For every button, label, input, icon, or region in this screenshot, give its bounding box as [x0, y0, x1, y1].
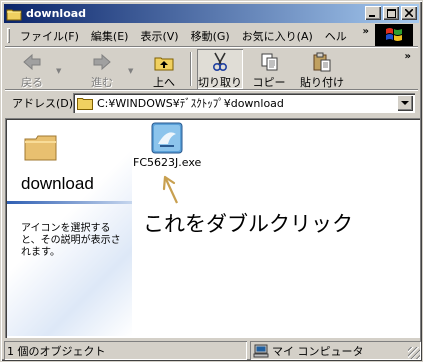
selection-hint: アイコンを選択すると、その説明が表示されます。: [21, 223, 121, 258]
cut-button[interactable]: 切り取り: [197, 49, 243, 89]
close-icon: [405, 9, 413, 17]
cut-label: 切り取り: [198, 76, 242, 89]
window-title: download: [26, 7, 87, 20]
zone-text: マイ コンピュータ: [272, 344, 364, 358]
maximize-icon: [386, 8, 396, 18]
copy-label: コピー: [252, 76, 286, 89]
toolbar-more-chevron[interactable]: »: [405, 51, 411, 62]
forward-dropdown-arrow[interactable]: ▼: [128, 67, 133, 75]
toolbar-separator: [190, 52, 192, 86]
explorer-window: download ファイル(F) 編集(E) 表示(V) 移動(G) お気に入り…: [0, 0, 423, 362]
copy-button[interactable]: コピー: [249, 49, 289, 89]
back-arrow-icon: [21, 52, 43, 72]
menu-view[interactable]: 表示(V): [134, 28, 184, 44]
address-bar: アドレス(D) C:¥WINDOWS¥ﾃﾞｽｸﾄｯﾌﾟ¥download: [6, 92, 415, 114]
resize-grip[interactable]: [408, 347, 420, 359]
forward-button[interactable]: 進む: [82, 49, 122, 89]
address-text[interactable]: C:¥WINDOWS¥ﾃﾞｽｸﾄｯﾌﾟ¥download: [97, 95, 284, 111]
status-bar: 1 個のオブジェクト マイ コンピュータ: [4, 341, 421, 360]
copy-icon: [258, 52, 280, 72]
forward-arrow-icon: [91, 52, 113, 72]
folder-up-icon: [153, 52, 175, 72]
back-label: 戻る: [21, 76, 43, 89]
toolbar-separator-line: [5, 89, 418, 91]
menu-go[interactable]: 移動(G): [185, 28, 236, 44]
forward-label: 進む: [91, 76, 113, 89]
folder-title: download: [21, 174, 94, 193]
up-button[interactable]: 上へ: [146, 49, 182, 89]
minimize-icon: [369, 15, 375, 17]
up-label: 上へ: [153, 76, 175, 89]
folder-icon: [6, 6, 22, 22]
menu-file[interactable]: ファイル(F): [14, 28, 85, 44]
computer-icon: [253, 344, 269, 358]
address-label: アドレス(D): [12, 97, 74, 110]
object-count-text: 1 個のオブジェクト: [7, 344, 106, 358]
close-button[interactable]: [401, 6, 417, 20]
chevron-down-icon: [401, 100, 409, 105]
maximize-button[interactable]: [383, 6, 399, 20]
instruction-annotation: これをダブルクリック: [143, 212, 353, 236]
address-dropdown-button[interactable]: [397, 95, 413, 111]
title-divider: [7, 201, 132, 204]
paste-label: 貼り付け: [300, 76, 344, 89]
paste-button[interactable]: 貼り付け: [296, 49, 348, 89]
paste-icon: [311, 52, 333, 72]
menu-more-chevron[interactable]: »: [363, 26, 369, 37]
back-button[interactable]: 戻る: [12, 49, 52, 89]
menu-help[interactable]: ヘル: [319, 28, 353, 44]
folder-view: download アイコンを選択すると、その説明が表示されます。 FC5623J…: [5, 118, 420, 338]
installer-exe-icon[interactable]: [150, 122, 184, 154]
menu-separator: [5, 46, 418, 48]
arrow-up-icon: [157, 173, 197, 213]
menu-favorites[interactable]: お気に入り(A): [236, 28, 319, 44]
status-zone: マイ コンピュータ: [250, 341, 421, 360]
web-view-pane: download アイコンを選択すると、その説明が表示されます。: [7, 120, 132, 336]
status-object-count: 1 個のオブジェクト: [4, 341, 247, 360]
menu-edit[interactable]: 編集(E): [85, 28, 135, 44]
standard-toolbar: 戻る ▼ 進む ▼ 上へ 切り取り コピー 貼り付け »: [6, 49, 415, 89]
address-field[interactable]: C:¥WINDOWS¥ﾃﾞｽｸﾄｯﾌﾟ¥download: [73, 93, 415, 113]
file-name-label[interactable]: FC5623J.exe: [133, 156, 201, 169]
title-bar[interactable]: download: [4, 4, 419, 23]
menu-grip[interactable]: [7, 28, 10, 43]
large-folder-icon: [24, 132, 58, 162]
menu-bar: ファイル(F) 編集(E) 表示(V) 移動(G) お気に入り(A) ヘル »: [6, 24, 415, 46]
windows-logo: [375, 24, 413, 46]
minimize-button[interactable]: [365, 6, 381, 20]
folder-icon: [77, 97, 93, 110]
back-dropdown-arrow[interactable]: ▼: [56, 67, 61, 75]
scissors-icon: [209, 52, 231, 72]
